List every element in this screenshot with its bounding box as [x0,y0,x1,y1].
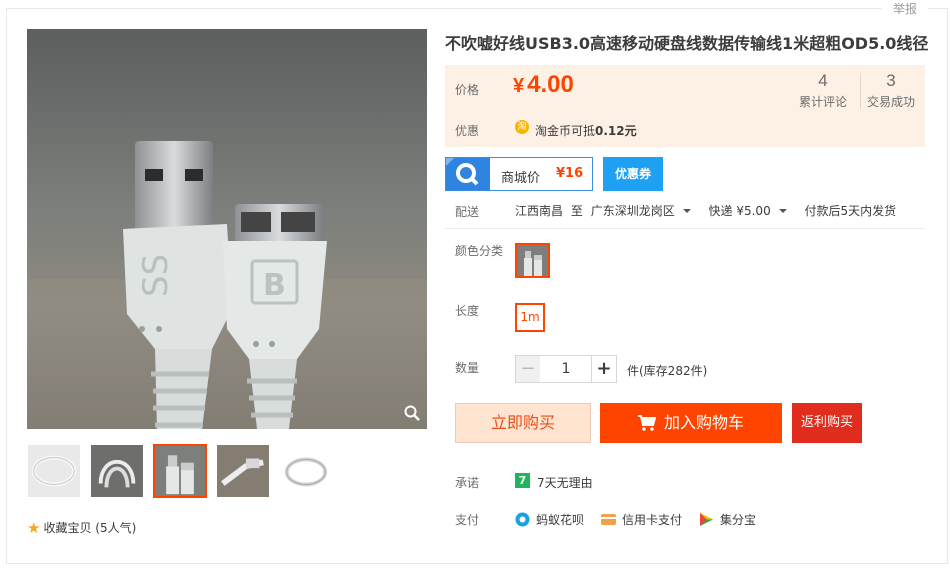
price-box: 价格 ¥4.00 4 累计评论 3 交易成功 优惠 淘 淘金币可抵0.12元 [445,65,925,147]
ship-to-word: 至 [570,204,583,218]
promo-label: 优惠 [455,124,480,138]
delivery-row: 江西南昌 至 广东深圳龙岗区 快递 ¥5.00 付款后5天内发货 [515,202,900,219]
pay-credit-card[interactable]: 信用卡支付 [601,511,682,528]
coupon-button[interactable]: 优惠券 [603,157,663,191]
buy-now-button[interactable]: 立即购买 [455,403,591,443]
svg-text:SS: SS [136,254,176,297]
quantity-label: 数量 [455,361,480,375]
rebate-buy-button[interactable]: 返利购买 [792,403,862,443]
quantity-plus-button[interactable]: + [591,355,617,383]
product-title: 不吹嘘好线USB3.0高速移动硬盘线数据传输线1米超粗OD5.0线径 [445,34,929,53]
divider [445,228,925,229]
reviews-count: 4 [818,71,828,90]
coin-offer: 淘金币可抵0.12元 [535,124,637,138]
ship-time: 付款后5天内发货 [804,204,897,218]
tmall-search-icon [446,158,490,190]
price-value: ¥4.00 [513,71,574,98]
payment-label: 支付 [455,513,480,527]
mall-price-value: ¥16 [556,166,584,181]
fav-count: (5人气) [95,521,137,535]
cart-icon [637,415,656,431]
length-label: 长度 [455,304,480,318]
taojinbi-coin-icon: 淘 [515,120,529,134]
thumbnail-3[interactable] [153,444,207,498]
thumbnail-2[interactable] [90,444,144,498]
favorite-item[interactable]: ★ 收藏宝贝 (5人气) [27,519,136,537]
report-link[interactable]: 举报 [882,0,928,18]
reviews-stat[interactable]: 4 累计评论 [795,71,851,110]
huabei-icon [515,512,530,527]
deals-label: 交易成功 [866,95,915,109]
promise-label: 承诺 [455,476,480,490]
ship-destination-select[interactable]: 广东深圳龙岗区 [591,204,701,218]
ship-from: 江西南昌 [515,204,564,218]
svg-text:B: B [263,268,286,303]
shipping-method-select[interactable]: 快递 ¥5.00 [709,204,797,218]
jifenbao-icon [700,513,713,526]
zoom-icon[interactable] [403,404,421,422]
fav-label: 收藏宝贝 [43,521,92,535]
main-product-image[interactable]: SS B [27,29,427,429]
quantity-input[interactable] [540,355,592,383]
deals-count: 3 [886,71,896,90]
thumbnail-5[interactable] [279,444,333,498]
credit-card-icon [601,514,616,525]
star-icon: ★ [27,519,41,537]
delivery-label: 配送 [455,205,480,219]
length-option-1m[interactable]: 1m [515,303,545,332]
chevron-down-icon [682,209,691,213]
pay-jifenbao[interactable]: 集分宝 [699,511,756,528]
quantity-minus-button[interactable]: − [515,355,541,383]
seven-day-return-icon: 7 [515,473,530,488]
promise-text[interactable]: 7天无理由 [537,474,593,491]
chevron-down-icon [778,209,787,213]
stock-text: 件(库存282件) [627,364,708,378]
thumbnail-4[interactable] [216,444,270,498]
mall-price-box[interactable]: 商城价 ¥16 [445,157,593,191]
stat-divider [860,73,861,109]
pay-huabei[interactable]: 蚂蚁花呗 [515,511,584,528]
mall-price-label: 商城价 [501,171,541,186]
usb-cable-photo: SS B [27,29,427,429]
price-label: 价格 [455,83,480,97]
add-to-cart-button[interactable]: 加入购物车 [600,403,782,443]
add-to-cart-label: 加入购物车 [663,413,744,432]
thumbnail-1[interactable] [27,444,81,498]
color-label: 颜色分类 [455,244,504,258]
color-swatch[interactable] [515,243,550,278]
reviews-label: 累计评论 [798,95,847,109]
deals-stat: 3 交易成功 [865,71,917,110]
